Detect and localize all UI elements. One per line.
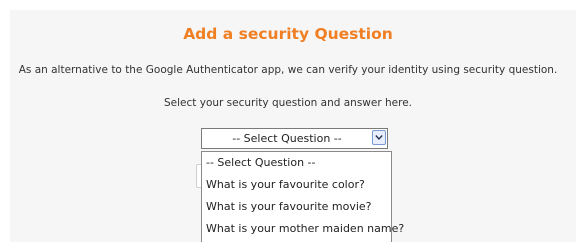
question-dropdown-list: -- Select Question -- What is your favou… [201, 151, 404, 242]
question-option[interactable]: What is your favourite color? [202, 174, 391, 196]
instruction-text: Select your security question and answer… [164, 97, 412, 109]
security-question-select[interactable]: -- Select Question -- [201, 128, 388, 149]
page-title: Add a security Question [183, 25, 393, 43]
description-text: As an alternative to the Google Authenti… [18, 64, 558, 76]
question-option[interactable]: What is your mother maiden name? [202, 218, 404, 240]
question-option[interactable]: What is your favourite movie? [202, 196, 391, 218]
select-value: -- Select Question -- [232, 132, 342, 145]
question-option[interactable]: -- Select Question -- [202, 152, 391, 174]
chevron-down-icon [375, 135, 383, 140]
dropdown-arrow-button[interactable] [372, 130, 386, 145]
